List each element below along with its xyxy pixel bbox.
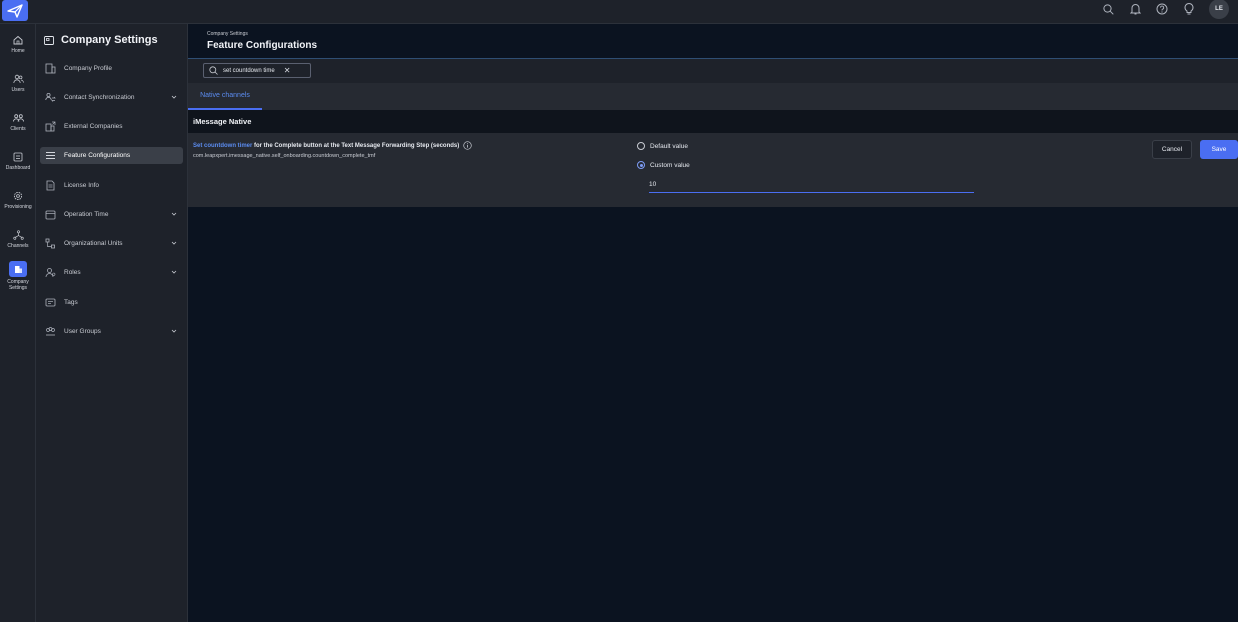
rail-label: Dashboard: [5, 165, 31, 171]
app-logo[interactable]: [2, 0, 28, 21]
top-icons: LE: [1101, 0, 1229, 19]
page-title: Feature Configurations: [207, 40, 318, 51]
sidemenu-item-roles[interactable]: Roles: [40, 264, 183, 281]
default-value-radio[interactable]: [637, 142, 645, 150]
clients-icon: [12, 112, 24, 124]
cancel-button[interactable]: Cancel: [1152, 140, 1192, 159]
sidemenu-title: Company Settings: [44, 32, 158, 48]
rail-item-clients[interactable]: Clients: [0, 112, 36, 132]
lightbulb-icon[interactable]: [1182, 2, 1196, 16]
rail-label: Home: [11, 48, 25, 54]
chevron-down-icon[interactable]: [171, 211, 177, 217]
section-title: iMessage Native: [188, 110, 1238, 133]
sidemenu-item-user-groups[interactable]: User Groups: [40, 323, 183, 340]
settings-panel-icon: [44, 35, 54, 45]
sidemenu-item-label: User Groups: [64, 328, 101, 335]
search-value: set countdown time: [223, 67, 275, 74]
document-icon: [45, 180, 56, 191]
sidemenu-item-label: License Info: [64, 182, 100, 189]
logo-icon: [7, 3, 23, 18]
search-zone: set countdown time ✕: [188, 59, 1238, 83]
sidemenu-item-label: Roles: [64, 269, 81, 276]
search-icon: [209, 66, 218, 75]
default-value-label: Default value: [650, 142, 688, 150]
sidemenu-item-feature-configurations[interactable]: Feature Configurations: [40, 147, 183, 164]
sidemenu-item-label: Contact Synchronization: [64, 94, 135, 101]
help-icon[interactable]: [1155, 2, 1169, 16]
config-title-highlight: Set countdown timer: [193, 142, 253, 149]
sidemenu-item-label: Operation Time: [64, 211, 109, 218]
contact-sync-icon: [45, 92, 56, 103]
settings-sidemenu: Company Settings Company Profile Contact…: [36, 24, 188, 622]
custom-value-label: Custom value: [650, 161, 690, 169]
chevron-down-icon[interactable]: [171, 94, 177, 100]
default-value-option[interactable]: Default value: [637, 142, 688, 150]
sidemenu-item-label: Organizational Units: [64, 240, 123, 247]
top-bar: LE: [0, 0, 1238, 24]
roles-icon: [45, 267, 56, 278]
sidemenu-item-label: External Companies: [64, 123, 123, 130]
rail-label: Provisioning: [4, 204, 32, 210]
sidemenu-item-contact-synchronization[interactable]: Contact Synchronization: [40, 89, 183, 106]
chevron-down-icon[interactable]: [171, 269, 177, 275]
rail-label: Channels: [7, 243, 29, 249]
dashboard-icon: [12, 151, 24, 163]
info-icon[interactable]: [463, 141, 472, 150]
sidemenu-title-text: Company Settings: [61, 34, 158, 46]
clear-search-icon[interactable]: ✕: [284, 66, 291, 75]
chevron-down-icon[interactable]: [171, 328, 177, 334]
rail-item-home[interactable]: Home: [0, 34, 36, 54]
calendar-icon: [45, 209, 56, 220]
gear-icon: [12, 190, 24, 202]
config-row: Set countdown timer for the Complete but…: [188, 133, 1238, 207]
sidemenu-item-label: Tags: [64, 299, 78, 306]
config-title-rest: for the Complete button at the Text Mess…: [252, 142, 460, 149]
avatar[interactable]: LE: [1209, 0, 1229, 19]
search-input[interactable]: set countdown time ✕: [203, 63, 311, 78]
company-settings-icon: [9, 261, 27, 277]
sidemenu-item-operation-time[interactable]: Operation Time: [40, 206, 183, 223]
main-content: Company Settings Feature Configurations …: [188, 24, 1238, 622]
breadcrumb[interactable]: Company Settings: [207, 31, 248, 37]
bell-icon[interactable]: [1128, 2, 1142, 16]
sidemenu-item-tags[interactable]: Tags: [40, 294, 183, 311]
home-icon: [12, 34, 24, 46]
sidemenu-item-label: Company Profile: [64, 65, 113, 72]
page-header: Company Settings Feature Configurations: [188, 24, 1238, 59]
sidemenu-item-organizational-units[interactable]: Organizational Units: [40, 235, 183, 252]
save-button[interactable]: Save: [1200, 140, 1238, 159]
list-icon: [45, 150, 56, 161]
custom-value-radio[interactable]: [637, 161, 645, 169]
left-rail: Home Users Clients Dashboard Provisionin…: [0, 24, 36, 622]
rail-item-provisioning[interactable]: Provisioning: [0, 190, 36, 210]
external-company-icon: [45, 121, 56, 132]
rail-item-users[interactable]: Users: [0, 73, 36, 93]
rail-label: Company Settings: [7, 279, 29, 291]
tabs-bar: Native channels: [188, 83, 1238, 110]
rail-label: Users: [11, 87, 25, 93]
tag-icon: [45, 297, 56, 308]
building-icon: [45, 63, 56, 74]
sidemenu-item-license-info[interactable]: License Info: [40, 177, 183, 194]
custom-value-option[interactable]: Custom value: [637, 161, 690, 169]
rail-label: Clients: [10, 126, 26, 132]
tab-native-channels[interactable]: Native channels: [188, 83, 262, 110]
sidemenu-item-company-profile[interactable]: Company Profile: [40, 60, 183, 77]
sidemenu-item-external-companies[interactable]: External Companies: [40, 118, 183, 135]
rail-item-channels[interactable]: Channels: [0, 229, 36, 249]
search-icon[interactable]: [1101, 2, 1115, 16]
org-units-icon: [45, 238, 56, 249]
config-title: Set countdown timer for the Complete but…: [193, 141, 472, 150]
sidemenu-item-label: Feature Configurations: [64, 152, 131, 159]
users-icon: [12, 73, 24, 85]
rail-item-company-settings[interactable]: Company Settings: [0, 261, 36, 291]
custom-value-field[interactable]: 10: [649, 177, 974, 193]
config-key: com.leapxpert.imessage_native.self_onboa…: [193, 153, 376, 159]
chevron-down-icon[interactable]: [171, 240, 177, 246]
user-groups-icon: [45, 326, 56, 337]
channels-icon: [12, 229, 24, 241]
rail-item-dashboard[interactable]: Dashboard: [0, 151, 36, 171]
